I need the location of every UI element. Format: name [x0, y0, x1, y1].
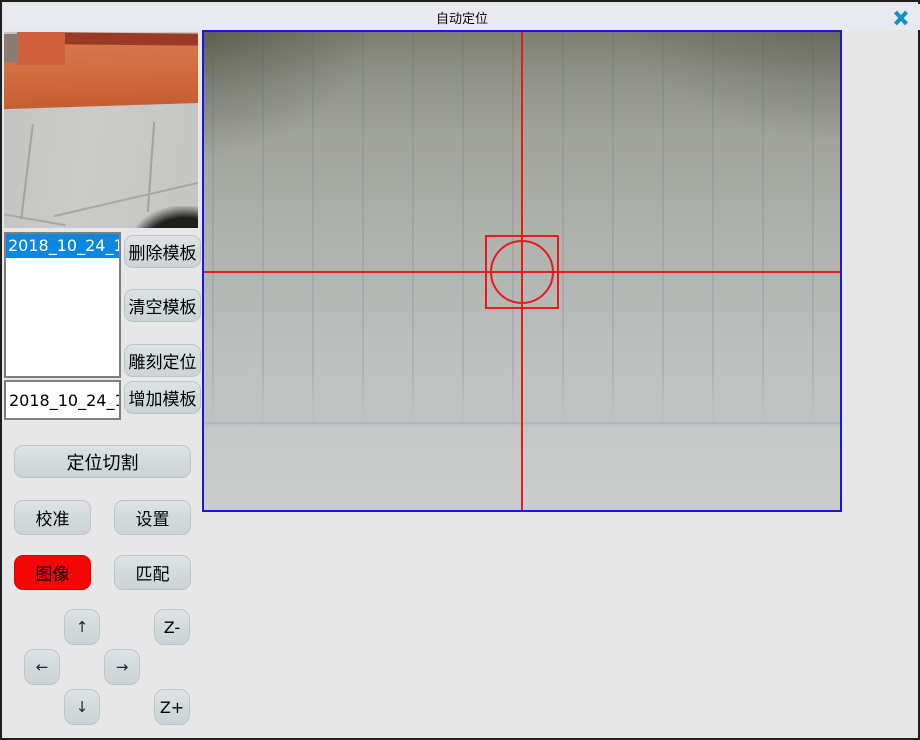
- template-thumbnail: [4, 32, 198, 228]
- thumbnail-tile-grout: [147, 122, 155, 212]
- thumbnail-dark-red-strip: [62, 32, 198, 45]
- close-button[interactable]: [890, 7, 912, 29]
- thumbnail-orange-block: [17, 32, 65, 65]
- position-cut-button[interactable]: 定位切割: [14, 445, 191, 478]
- jog-up-button[interactable]: ↑: [64, 609, 100, 645]
- add-template-button[interactable]: 增加模板: [124, 381, 201, 414]
- z-plus-button[interactable]: Z+: [154, 689, 190, 725]
- roi-circle: [490, 240, 554, 304]
- jog-left-button[interactable]: ←: [24, 649, 60, 685]
- match-button[interactable]: 匹配: [114, 555, 191, 590]
- calibrate-button[interactable]: 校准: [14, 500, 91, 535]
- thumbnail-tile-grout: [20, 124, 34, 220]
- template-list[interactable]: 2018_10_24_11: [4, 232, 121, 378]
- image-button[interactable]: 图像: [14, 555, 91, 590]
- camera-view: [202, 30, 842, 512]
- thumbnail-dark-object: [128, 206, 198, 228]
- window-title: 自动定位: [436, 8, 488, 27]
- thumbnail-gray-chip: [4, 34, 18, 62]
- dialog-window: 自动定位 2018_10_24_11 删除模板 清空模板 雕刻定位 增加: [0, 0, 920, 740]
- jog-right-button[interactable]: →: [104, 649, 140, 685]
- title-bar: 自动定位: [4, 4, 920, 30]
- delete-template-button[interactable]: 删除模板: [124, 235, 201, 268]
- template-name-input[interactable]: [4, 380, 121, 420]
- clear-templates-button[interactable]: 清空模板: [124, 289, 201, 322]
- template-list-item[interactable]: 2018_10_24_11: [6, 234, 119, 258]
- close-icon: [893, 10, 909, 26]
- jog-down-button[interactable]: ↓: [64, 689, 100, 725]
- engrave-position-button[interactable]: 雕刻定位: [124, 344, 201, 377]
- z-minus-button[interactable]: Z-: [154, 609, 190, 645]
- settings-button[interactable]: 设置: [114, 500, 191, 535]
